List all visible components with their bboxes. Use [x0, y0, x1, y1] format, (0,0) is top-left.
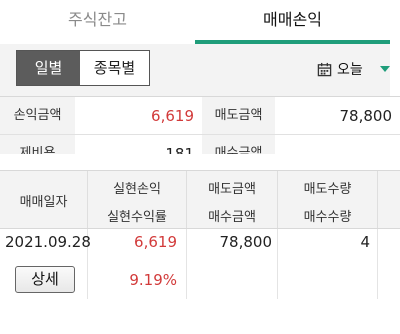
- sell-amount-value: 78,800: [339, 107, 393, 125]
- section-gap: [0, 154, 400, 170]
- period-type-segment: 일별 종목별: [16, 50, 150, 86]
- table-header: 매매일자 실현손익 실현수익률 매도금액 매수금액 매도수량 매수수량: [0, 170, 400, 229]
- summary-row: 손익금액 6,619 매도금액 78,800: [0, 97, 400, 135]
- top-tabs: 주식잔고 매매손익: [0, 0, 390, 44]
- header-date: 매매일자: [19, 195, 68, 210]
- header-pl-col: 실현손익 실현수익률: [88, 171, 187, 228]
- header-sell-amount: 매도금액: [208, 182, 256, 197]
- header-realized-rate: 실현수익률: [107, 210, 167, 225]
- seg-daily-button[interactable]: 일별: [17, 51, 80, 85]
- tab-stock-balance[interactable]: 주식잔고: [0, 0, 195, 44]
- period-label: 오늘: [337, 62, 363, 78]
- detail-button[interactable]: 상세: [15, 266, 75, 293]
- tab-trade-pl[interactable]: 매매손익: [195, 0, 390, 44]
- header-qty-col: 매도수량 매수수량: [278, 171, 378, 228]
- pl-amount-value: 6,619: [151, 107, 194, 125]
- realized-pl-value: 6,619: [134, 233, 177, 251]
- header-buy-qty: 매수수량: [303, 210, 352, 225]
- seg-by-stock-button[interactable]: 종목별: [80, 51, 149, 85]
- trade-date: 2021.09.28: [5, 233, 91, 251]
- header-date-col: 매매일자: [0, 171, 88, 228]
- calendar-icon: [317, 62, 332, 76]
- pl-amount-label: 손익금액: [0, 97, 75, 134]
- cell-amount: 78,800: [187, 229, 278, 299]
- header-amount-col: 매도금액 매수금액: [187, 171, 278, 228]
- cell-pl: 6,619 9.19%: [88, 229, 187, 299]
- header-buy-amount: 매수금액: [208, 210, 256, 225]
- cell-qty: 4: [278, 229, 378, 299]
- sell-qty-cell: 4: [360, 233, 370, 251]
- header-realized-pl: 실현손익: [113, 182, 161, 197]
- sell-amount-cell: 78,800: [219, 233, 273, 251]
- header-sell-qty: 매도수량: [303, 182, 352, 197]
- table-row: 2021.09.28 상세 6,619 9.19% 78,800 4: [0, 229, 400, 299]
- sell-amount-label: 매도금액: [202, 97, 275, 134]
- realized-rate-value: 9.19%: [129, 271, 177, 289]
- caret-down-icon: [379, 66, 390, 72]
- period-dropdown[interactable]: 오늘: [317, 58, 390, 80]
- cell-date: 2021.09.28 상세: [0, 229, 91, 299]
